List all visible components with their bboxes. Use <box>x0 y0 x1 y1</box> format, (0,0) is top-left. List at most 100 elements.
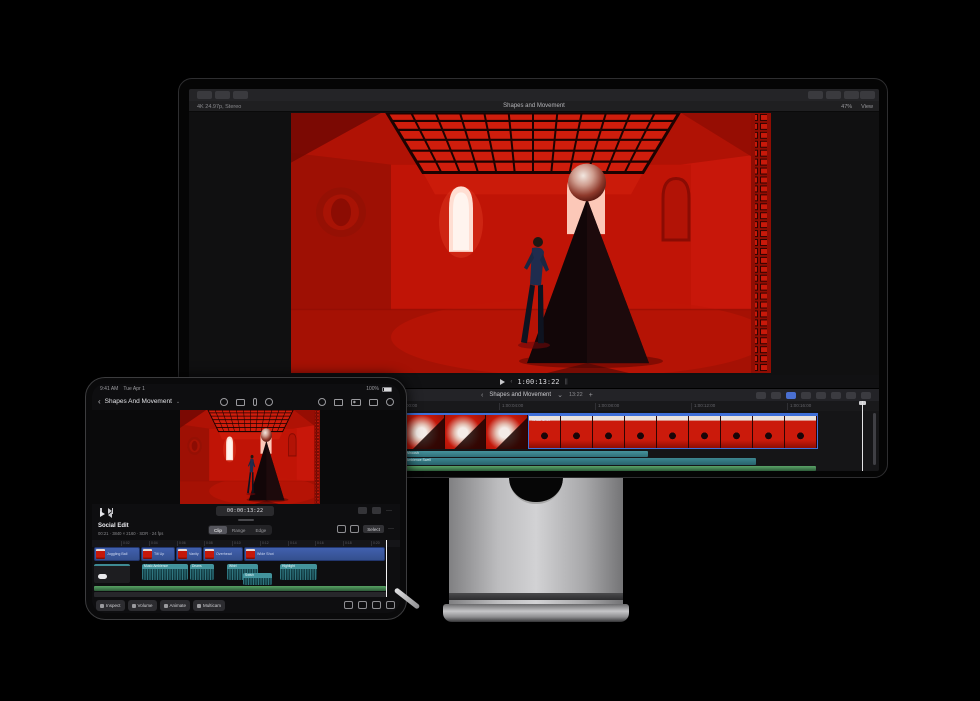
ipad-audio-clip[interactable]: Swish <box>243 573 272 585</box>
skim-back-icon[interactable]: ‹ <box>510 379 512 385</box>
video-clip-wide-shot[interactable]: Wide shot <box>528 415 818 449</box>
ipad-audio-clip[interactable]: Drums <box>190 564 214 580</box>
timeline-add-icon[interactable]: + <box>589 392 593 399</box>
duplicate-clip-icon[interactable] <box>358 601 367 609</box>
timeline-duration: 13:22 <box>569 392 583 398</box>
viewer-more-menu[interactable]: ··· <box>386 509 392 513</box>
panel-drag-handle[interactable] <box>238 519 254 521</box>
timeline-more-menu[interactable]: ··· <box>388 527 394 531</box>
fcp-top-toolbar <box>189 89 879 101</box>
ipad-audio-clip[interactable]: Music Ambience <box>142 564 188 580</box>
loop-range-icon[interactable]: || <box>565 379 568 385</box>
ipad-music-track[interactable] <box>94 586 386 591</box>
connected-audio-clip[interactable]: Ambience Swell <box>404 458 756 465</box>
monitor-stand-base <box>443 604 629 622</box>
viewer-view-menu[interactable]: View <box>861 104 873 110</box>
video-clip-closeup[interactable] <box>403 415 528 449</box>
viewer-display-icon[interactable] <box>351 399 361 406</box>
picture-in-picture-icon[interactable] <box>372 601 381 609</box>
loop-playback-icon[interactable] <box>337 525 346 533</box>
clip-thumbnail <box>486 415 528 449</box>
audio-waveform <box>142 569 188 580</box>
timeline-zoom-button[interactable] <box>861 392 871 399</box>
settings-gear-icon[interactable] <box>265 398 273 406</box>
viewer-project-title: Shapes and Movement <box>189 103 879 109</box>
duplicate-icon[interactable] <box>350 525 359 533</box>
import-media-button[interactable] <box>197 91 212 99</box>
timeline-tab-chevron-icon[interactable]: ⌄ <box>557 391 563 399</box>
music-track-clip[interactable] <box>403 466 816 471</box>
export-icon[interactable] <box>386 398 394 406</box>
scene-canvas: 4K 24.97p, Stereo Shapes and Movement 47… <box>0 0 980 701</box>
trash-icon[interactable] <box>344 601 353 609</box>
ruler-tick: 1:00:08:00 <box>595 403 619 410</box>
selection-mode-segmented[interactable]: Clip Range Edge <box>208 525 272 535</box>
background-tasks-button[interactable] <box>233 91 248 99</box>
mode-clip[interactable]: Clip <box>209 526 227 534</box>
share-button[interactable] <box>860 91 875 99</box>
timeline-tab-title[interactable]: Shapes and Movement <box>489 392 551 398</box>
fullscreen-icon[interactable] <box>386 601 395 609</box>
clip-thumbnail <box>445 415 487 449</box>
battery-icon <box>382 387 392 392</box>
inspector-layout-button[interactable] <box>844 91 859 99</box>
mode-range[interactable]: Range <box>227 526 251 534</box>
clip-thumbnail <box>753 416 785 448</box>
play-icon[interactable] <box>500 379 505 385</box>
index-button[interactable] <box>756 392 766 399</box>
timeline-layout-button[interactable] <box>826 91 841 99</box>
transitions-browser-button[interactable] <box>846 392 856 399</box>
stand-notch <box>509 478 563 504</box>
audio-waveform <box>243 578 272 585</box>
animate-button[interactable]: Animate <box>160 600 191 611</box>
playhead[interactable] <box>862 401 863 471</box>
ipad-project-title[interactable]: Shapes And Movement <box>105 398 172 405</box>
effects-browser-button[interactable] <box>831 392 841 399</box>
undo-icon[interactable] <box>220 398 228 406</box>
title-clip[interactable] <box>94 564 130 583</box>
connected-audio-clip[interactable]: Whoosh <box>404 451 648 457</box>
ipad-video-clip[interactable]: Vanity <box>176 547 202 561</box>
viewer-zoom-menu[interactable]: 47% <box>841 104 852 110</box>
ipad-audio-clip[interactable]: Highlight <box>280 564 317 580</box>
viewer-quality-icon[interactable] <box>358 507 367 514</box>
inspect-button[interactable]: Inspect <box>96 600 125 611</box>
snapping-toggle[interactable] <box>801 392 811 399</box>
fcp-viewer <box>189 112 879 375</box>
ipad-video-clip[interactable]: Wide Shot <box>244 547 385 561</box>
title-chevron-icon[interactable]: ⌄ <box>176 399 180 405</box>
ipad-playhead[interactable] <box>386 540 387 597</box>
mode-edge[interactable]: Edge <box>250 526 271 534</box>
multicam-grid-icon[interactable] <box>334 399 343 406</box>
ipad-video-clip[interactable]: Juggling Ball <box>94 547 140 561</box>
ipad-video-clip[interactable]: Overhead <box>203 547 243 561</box>
voiceover-mic-icon[interactable] <box>253 398 257 406</box>
back-chevron-icon[interactable]: ‹ <box>98 397 101 406</box>
ipad-video-clip[interactable]: Tilt Up <box>141 547 175 561</box>
audio-solo-button[interactable] <box>816 392 826 399</box>
redo-icon[interactable] <box>318 398 326 406</box>
clip-thumbnail <box>625 416 657 448</box>
viewer-zoom-icon[interactable] <box>372 507 381 514</box>
browser-layout-button[interactable] <box>808 91 823 99</box>
clip-label: Wide Shot <box>257 552 274 556</box>
camera-icon[interactable] <box>369 399 378 406</box>
select-button[interactable]: Select <box>363 525 384 533</box>
clip-thumbnail <box>561 416 593 448</box>
timeline-back-icon[interactable]: ‹ <box>481 392 483 399</box>
media-browser-icon[interactable] <box>236 399 245 406</box>
ipad-timecode[interactable]: 00:00:13:22 <box>216 506 274 516</box>
timeline-scrollbar[interactable] <box>873 413 876 465</box>
tools-menu-button[interactable] <box>771 392 781 399</box>
inspect-icon <box>100 604 104 608</box>
keyword-editor-button[interactable] <box>215 91 230 99</box>
clip-thumbnail <box>785 416 817 448</box>
monitor-stand <box>449 470 623 606</box>
skimming-toggle[interactable] <box>786 392 796 399</box>
skip-back-icon[interactable] <box>108 512 112 518</box>
ipad-timeline-ruler[interactable]: 0:02 0:04 0:06 0:08 0:10 0:12 0:14 0:16 … <box>92 540 400 547</box>
volume-button[interactable]: Volume <box>128 600 157 611</box>
multicam-button[interactable]: Multicam <box>193 600 225 611</box>
ipad-project-row: Social Edit 00:21 · 3840 × 2160 · SDR · … <box>92 522 400 539</box>
play-icon[interactable] <box>100 511 105 517</box>
